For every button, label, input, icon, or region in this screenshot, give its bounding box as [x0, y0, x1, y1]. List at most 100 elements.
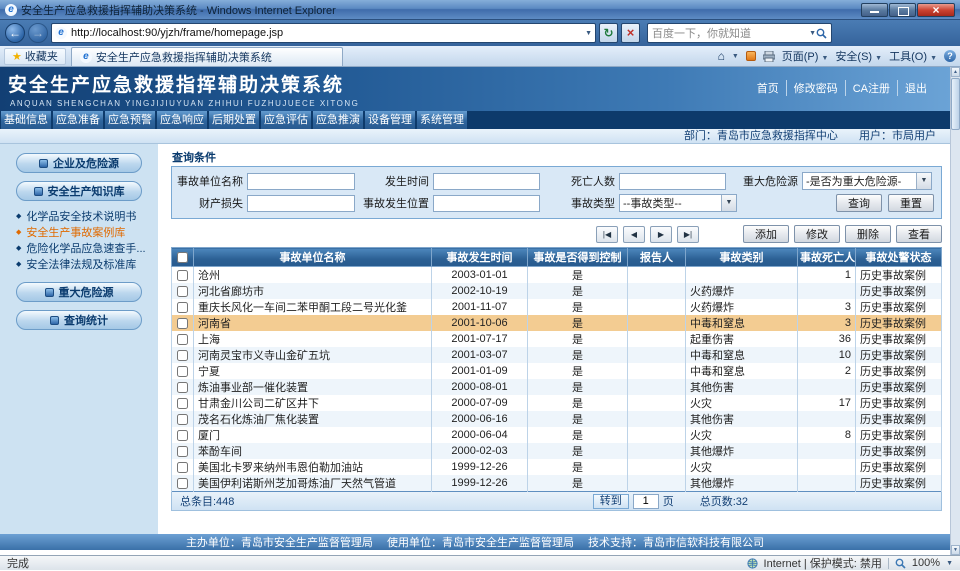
row-checkbox[interactable]: [177, 302, 188, 313]
table-row[interactable]: 上海2001-07-17是起重伤害36历史事故案例: [172, 331, 942, 347]
row-checkbox[interactable]: [177, 270, 188, 281]
pager-next-button[interactable]: ▶: [650, 226, 672, 243]
scrollbar-track[interactable]: [951, 131, 960, 545]
sidebar-item-query-stats[interactable]: 查询统计: [16, 310, 142, 330]
link-ca-register[interactable]: CA注册: [845, 80, 897, 96]
unit-name-input[interactable]: [247, 173, 355, 190]
zoom-dropdown-icon[interactable]: ▼: [946, 560, 953, 567]
table-row[interactable]: 厦门2000-06-04是火灾8历史事故案例: [172, 427, 942, 443]
url-text[interactable]: http://localhost:90/yjzh/frame/homepage.…: [71, 27, 581, 39]
row-checkbox[interactable]: [177, 382, 188, 393]
table-row[interactable]: 美国北卡罗来纳州韦恩伯勒加油站1999-12-26是火灾历史事故案例: [172, 459, 942, 475]
row-checkbox[interactable]: [177, 318, 188, 329]
goto-page-button[interactable]: 转到: [593, 494, 629, 509]
pager-first-button[interactable]: |◀: [596, 226, 618, 243]
help-icon[interactable]: ?: [944, 50, 956, 62]
safety-menu[interactable]: 安全(S) ▼: [835, 48, 882, 64]
scrollbar-thumb[interactable]: [951, 78, 960, 130]
table-row[interactable]: 炼油事业部一催化装置2000-08-01是其他伤害历史事故案例: [172, 379, 942, 395]
zoom-icon[interactable]: [895, 558, 906, 569]
view-button[interactable]: 查看: [896, 225, 942, 243]
menu-system[interactable]: 系统管理: [417, 111, 467, 129]
active-tab[interactable]: e 安全生产应急救援指挥辅助决策系统: [71, 47, 343, 66]
pager-prev-button[interactable]: ◀: [623, 226, 645, 243]
table-row[interactable]: 河北省廊坊市2002-10-19是火药爆炸历史事故案例: [172, 283, 942, 299]
row-checkbox[interactable]: [177, 446, 188, 457]
delete-button[interactable]: 删除: [845, 225, 891, 243]
table-row[interactable]: 河南省2001-10-06是中毒和窒息3历史事故案例: [172, 315, 942, 331]
table-row[interactable]: 重庆长风化一车间二苯甲酮工段二号光化釜2001-11-07是火药爆炸3历史事故案…: [172, 299, 942, 315]
sidebar-item-enterprise-hazard[interactable]: 企业及危险源: [16, 153, 142, 173]
menu-emergency-evaluate[interactable]: 应急评估: [261, 111, 311, 129]
table-row[interactable]: 沧州2003-01-01是1历史事故案例: [172, 267, 942, 284]
rss-feed-icon[interactable]: [746, 51, 756, 61]
home-dropdown-icon[interactable]: ▼: [732, 53, 739, 60]
major-hazard-select[interactable]: -是否为重大危险源- ▼: [802, 172, 932, 190]
search-dropdown-icon[interactable]: ▼: [809, 30, 816, 37]
accident-type-select[interactable]: --事故类型-- ▼: [619, 194, 737, 212]
property-loss-input[interactable]: [247, 195, 355, 212]
home-icon[interactable]: [718, 49, 725, 63]
link-home[interactable]: 首页: [750, 80, 786, 96]
sidebar-link-chemical-msds[interactable]: ◆ 化学品安全技术说明书: [16, 209, 158, 225]
menu-emergency-warning[interactable]: 应急预警: [105, 111, 155, 129]
row-checkbox[interactable]: [177, 334, 188, 345]
modify-button[interactable]: 修改: [794, 225, 840, 243]
minimize-button[interactable]: [861, 3, 888, 17]
occur-time-input[interactable]: [433, 173, 540, 190]
favorites-button[interactable]: ★ 收藏夹: [4, 48, 66, 65]
row-checkbox[interactable]: [177, 478, 188, 489]
address-dropdown-icon[interactable]: ▼: [585, 30, 592, 37]
location-input[interactable]: [433, 195, 540, 212]
table-row[interactable]: 河南灵宝市义寺山金矿五坑2001-03-07是中毒和窒息10历史事故案例: [172, 347, 942, 363]
link-change-password[interactable]: 修改密码: [786, 80, 845, 96]
scroll-down-icon[interactable]: [951, 545, 960, 555]
table-row[interactable]: 美国伊利诺斯州芝加哥炼油厂天然气管道1999-12-26是其他爆炸历史事故案例: [172, 475, 942, 492]
tools-menu[interactable]: 工具(O) ▼: [889, 48, 937, 64]
refresh-button[interactable]: [599, 23, 618, 43]
sidebar-item-knowledge-base[interactable]: 安全生产知识库: [16, 181, 142, 201]
menu-equipment[interactable]: 设备管理: [365, 111, 415, 129]
reset-button[interactable]: 重置: [888, 194, 934, 212]
scroll-up-icon[interactable]: [951, 67, 960, 77]
sidebar-item-major-hazard[interactable]: 重大危险源: [16, 282, 142, 302]
menu-emergency-response[interactable]: 应急响应: [157, 111, 207, 129]
maximize-button[interactable]: [889, 3, 916, 17]
table-row[interactable]: 苯酚车间2000-02-03是其他爆炸历史事故案例: [172, 443, 942, 459]
table-row[interactable]: 宁夏2001-01-09是中毒和窒息2历史事故案例: [172, 363, 942, 379]
goto-page-input[interactable]: [633, 494, 659, 509]
row-checkbox[interactable]: [177, 350, 188, 361]
search-box[interactable]: 百度一下，你就知道 ▼: [647, 23, 832, 43]
back-button[interactable]: [5, 23, 25, 43]
sidebar-link-accident-cases[interactable]: ◆ 安全生产事故案例库: [16, 225, 158, 241]
row-checkbox[interactable]: [177, 366, 188, 377]
menu-post-disposal[interactable]: 后期处置: [209, 111, 259, 129]
search-icon[interactable]: [816, 28, 827, 39]
row-checkbox[interactable]: [177, 462, 188, 473]
print-icon[interactable]: [763, 51, 775, 62]
address-bar[interactable]: e http://localhost:90/yjzh/frame/homepag…: [51, 23, 596, 43]
pager-last-button[interactable]: ▶|: [677, 226, 699, 243]
search-placeholder[interactable]: 百度一下，你就知道: [652, 25, 809, 41]
table-row[interactable]: 茂名石化炼油厂焦化装置2000-06-16是其他伤害历史事故案例: [172, 411, 942, 427]
link-logout[interactable]: 退出: [897, 80, 934, 96]
menu-emergency-prepare[interactable]: 应急准备: [53, 111, 103, 129]
forward-button[interactable]: [28, 23, 48, 43]
table-row[interactable]: 甘肃金川公司二矿区井下2000-07-09是火灾17历史事故案例: [172, 395, 942, 411]
zoom-level[interactable]: 100%: [912, 557, 940, 569]
deaths-input[interactable]: [619, 173, 726, 190]
row-checkbox[interactable]: [177, 414, 188, 425]
select-all-checkbox[interactable]: [177, 252, 188, 263]
row-checkbox[interactable]: [177, 398, 188, 409]
sidebar-link-laws-standards[interactable]: ◆ 安全法律法规及标准库: [16, 257, 158, 273]
close-button[interactable]: [917, 3, 955, 17]
page-menu[interactable]: 页面(P) ▼: [782, 48, 829, 64]
menu-basic-info[interactable]: 基础信息: [1, 111, 51, 129]
menu-emergency-drill[interactable]: 应急推演: [313, 111, 363, 129]
add-button[interactable]: 添加: [743, 225, 789, 243]
row-checkbox[interactable]: [177, 286, 188, 297]
row-checkbox[interactable]: [177, 430, 188, 441]
sidebar-link-hazmat-quick-ref[interactable]: ◆ 危险化学品应急速查手...: [16, 241, 158, 257]
stop-button[interactable]: [621, 23, 640, 43]
vertical-scrollbar[interactable]: [950, 67, 960, 555]
